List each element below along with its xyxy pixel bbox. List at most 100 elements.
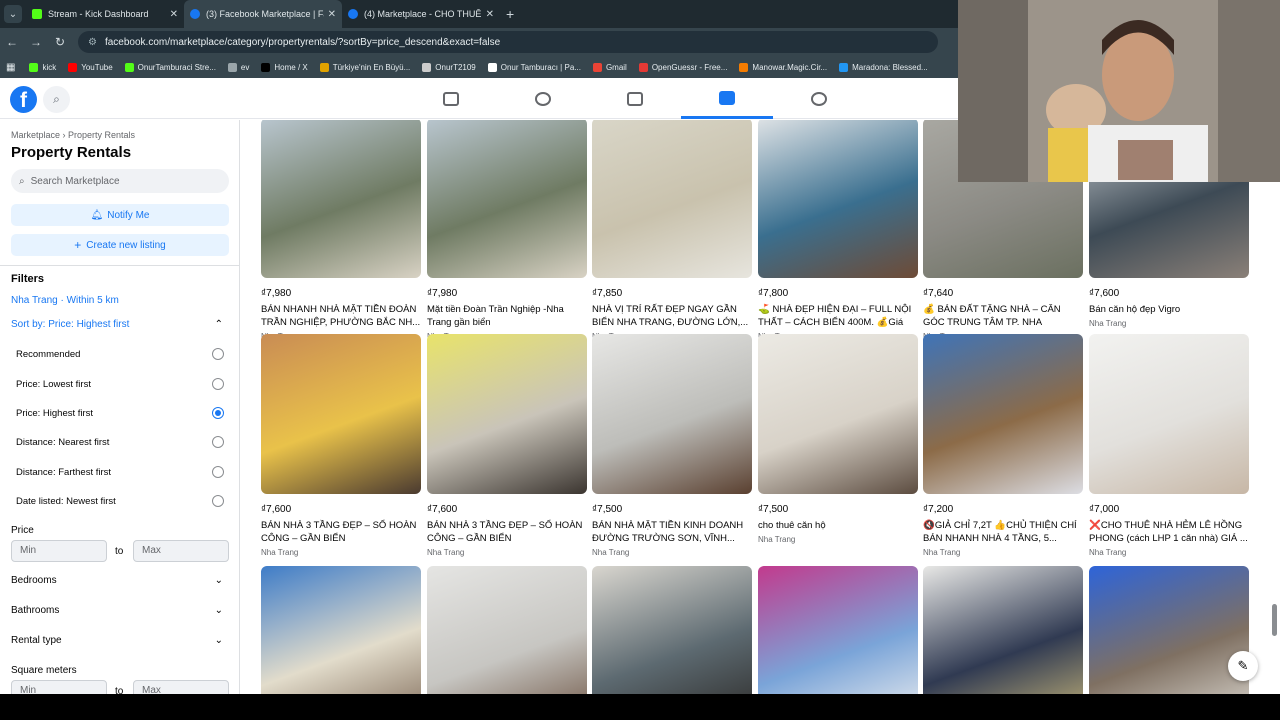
bookmark-item[interactable]: OnurTamburaci Stre... [124, 62, 216, 72]
listing-title[interactable]: BÁN NHÀ MẶT TIỀN KINH DOANH ĐƯỜNG TRƯỜNG… [592, 519, 752, 545]
radio-button[interactable] [212, 495, 224, 507]
bookmark-item[interactable]: Gmail [592, 62, 627, 72]
radio-button[interactable] [212, 348, 224, 360]
listing-photo[interactable] [923, 566, 1083, 694]
listing-photo[interactable] [923, 334, 1083, 494]
nav-video[interactable] [589, 79, 681, 119]
listing-title[interactable]: 💰 BÁN ĐẤT TẶNG NHÀ – CĂN GÓC TRUNG TÂM T… [923, 303, 1083, 329]
listing-title[interactable]: ⛳ NHÀ ĐẸP HIỆN ĐẠI – FULL NỘI THẤT – CÁC… [758, 303, 918, 329]
listing-photo[interactable] [758, 566, 918, 694]
listing-card[interactable] [427, 566, 587, 694]
compose-message-icon[interactable]: ✎ [1228, 651, 1258, 681]
sort-by-toggle[interactable]: Sort by: Price: Highest first ⌃ [11, 319, 223, 330]
back-icon[interactable]: ← [0, 35, 24, 49]
bookmark-item[interactable]: Onur Tamburacı | Pa... [487, 62, 581, 72]
scrollbar[interactable] [1270, 120, 1280, 694]
listing-card[interactable] [758, 566, 918, 694]
listing-card[interactable]: ₫7,980 Mặt tiền Đoàn Trần Nghiệp -Nha Tra… [427, 120, 587, 341]
listing-photo[interactable] [758, 334, 918, 494]
bookmark-item[interactable]: YouTube [68, 62, 113, 72]
facebook-logo-icon[interactable]: f [10, 86, 37, 113]
nav-home[interactable] [405, 79, 497, 119]
listing-photo[interactable] [1089, 334, 1249, 494]
scrollbar-thumb[interactable] [1272, 604, 1277, 636]
listing-card[interactable]: ₫7,200 🔇GIẢ CHỈ 7,2T 👍CHỦ THIỆN CHÍ BÁN N… [923, 334, 1083, 557]
tab-facebook-marketplace[interactable]: (3) Facebook Marketplace | Fac ✕ [184, 0, 342, 28]
filter-dropdown[interactable]: Rental type ⌄ [11, 635, 223, 646]
bookmark-item[interactable]: ev [227, 62, 249, 72]
listing-card[interactable]: ₫7,000 ❌CHO THUÊ NHÀ HẺM LÊ HỒNG PHONG (c… [1089, 334, 1249, 557]
url-field[interactable]: ⚙ facebook.com/marketplace/category/prop… [78, 31, 938, 53]
filter-dropdown[interactable]: Bedrooms ⌄ [11, 575, 223, 586]
bookmark-item[interactable]: Manowar.Magic.Cir... [739, 62, 827, 72]
listing-card[interactable] [923, 566, 1083, 694]
listing-card[interactable]: ₫7,800 ⛳ NHÀ ĐẸP HIỆN ĐẠI – FULL NỘI THẤT… [758, 120, 918, 341]
listing-card[interactable] [261, 566, 421, 694]
listing-photo[interactable] [592, 334, 752, 494]
bookmark-item[interactable]: kick [29, 62, 56, 72]
radio-button[interactable] [212, 436, 224, 448]
listing-title[interactable]: ❌CHO THUÊ NHÀ HẺM LÊ HỒNG PHONG (cách LH… [1089, 519, 1249, 545]
listing-photo[interactable] [261, 120, 421, 278]
create-listing-button[interactable]: + Create new listing [11, 234, 229, 256]
listing-card[interactable]: ₫7,600 BÁN NHÀ 3 TẦNG ĐẸP – SỔ HOÀN CÔNG … [427, 334, 587, 557]
reload-icon[interactable]: ↻ [48, 35, 72, 49]
listing-photo[interactable] [261, 566, 421, 694]
notify-me-button[interactable]: 🔔︎ Notify Me [11, 204, 229, 226]
listing-card[interactable] [592, 566, 752, 694]
listing-card[interactable]: ₫7,980 BÁN NHANH NHÀ MẶT TIỀN ĐOÀN TRẦN N… [261, 120, 421, 341]
listing-title[interactable]: Mặt tiền Đoàn Trần Nghiệp -Nha Trang gần… [427, 303, 587, 329]
sort-option[interactable]: Price: Lowest first [16, 378, 224, 390]
price-max-input[interactable]: Max [133, 540, 229, 562]
breadcrumb[interactable]: Marketplace › Property Rentals [11, 130, 135, 140]
radio-button[interactable] [212, 378, 224, 390]
listing-photo[interactable] [261, 334, 421, 494]
sort-option[interactable]: Price: Highest first [16, 407, 224, 419]
sort-option[interactable]: Distance: Nearest first [16, 436, 224, 448]
listing-card[interactable]: ₫7,500 BÁN NHÀ MẶT TIỀN KINH DOANH ĐƯỜNG … [592, 334, 752, 557]
bookmark-item[interactable]: OnurT2109 [422, 62, 476, 72]
new-tab-button[interactable]: + [506, 6, 514, 22]
listing-card[interactable]: ₫7,600 BÁN NHÀ 3 TẦNG ĐẸP – SỔ HOÀN CÔNG … [261, 334, 421, 557]
radio-button[interactable] [212, 407, 224, 419]
sqm-min-input[interactable]: Min [11, 680, 107, 694]
listing-title[interactable]: BÁN NHÀ 3 TẦNG ĐẸP – SỔ HOÀN CÔNG – GẦN … [261, 519, 421, 545]
nav-marketplace[interactable] [681, 79, 773, 119]
price-min-input[interactable]: Min [11, 540, 107, 562]
listing-photo[interactable] [427, 334, 587, 494]
sort-option[interactable]: Recommended [16, 348, 224, 360]
listing-photo[interactable] [1089, 566, 1249, 694]
bookmark-item[interactable]: OpenGuessr - Free... [638, 62, 727, 72]
search-input[interactable]: ⌕ Search Marketplace [11, 169, 229, 193]
tab-kick[interactable]: Stream - Kick Dashboard ✕ [26, 0, 184, 28]
listing-photo[interactable] [592, 566, 752, 694]
nav-friends[interactable] [497, 79, 589, 119]
bookmark-item[interactable]: Maradona: Blessed... [839, 62, 928, 72]
close-icon[interactable]: ✕ [170, 9, 178, 20]
sort-option[interactable]: Distance: Farthest first [16, 466, 224, 478]
listing-title[interactable]: BÁN NHANH NHÀ MẶT TIỀN ĐOÀN TRẦN NGHIỆP,… [261, 303, 421, 329]
listing-photo[interactable] [758, 120, 918, 278]
listing-title[interactable]: NHÀ VỊ TRÍ RẤT ĐẸP NGAY GẦN BIỂN NHA TRA… [592, 303, 752, 329]
listing-card[interactable] [1089, 566, 1249, 694]
filter-dropdown[interactable]: Bathrooms ⌄ [11, 605, 223, 616]
site-info-icon[interactable]: ⚙ [88, 37, 97, 48]
listing-card[interactable]: ₫7,850 NHÀ VỊ TRÍ RẤT ĐẸP NGAY GẦN BIỂN N… [592, 120, 752, 341]
tab-search-button[interactable]: ⌄ [4, 5, 22, 23]
search-icon[interactable]: ⌕ [43, 86, 70, 113]
apps-icon[interactable]: ▦ [6, 62, 15, 73]
listing-title[interactable]: Bán căn hộ đẹp Vigro [1089, 303, 1249, 316]
listing-photo[interactable] [427, 566, 587, 694]
listing-title[interactable]: cho thuê căn hộ [758, 519, 918, 532]
bookmark-item[interactable]: Türkiye'nin En Büyü... [319, 62, 410, 72]
tab-marketplace-listing[interactable]: (4) Marketplace - CHO THUÊ N ✕ [342, 0, 500, 28]
listing-title[interactable]: BÁN NHÀ 3 TẦNG ĐẸP – SỔ HOÀN CÔNG – GẦN … [427, 519, 587, 545]
listing-title[interactable]: 🔇GIẢ CHỈ 7,2T 👍CHỦ THIỆN CHÍ BÁN NHANH N… [923, 519, 1083, 545]
close-icon[interactable]: ✕ [328, 9, 336, 20]
radio-button[interactable] [212, 466, 224, 478]
forward-icon[interactable]: → [24, 35, 48, 49]
listing-card[interactable]: ₫7,500 cho thuê căn hộ Nha Trang [758, 334, 918, 544]
listing-photo[interactable] [592, 120, 752, 278]
listing-photo[interactable] [427, 120, 587, 278]
nav-groups[interactable] [773, 79, 865, 119]
